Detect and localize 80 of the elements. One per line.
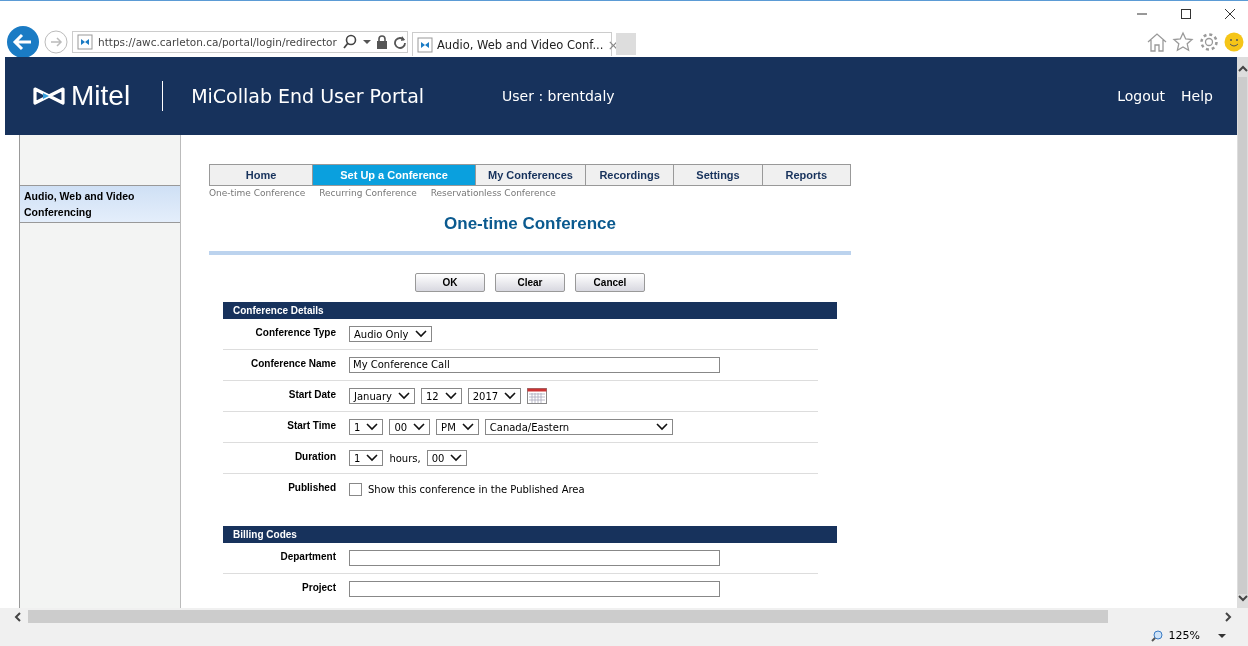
action-button[interactable]: Cancel <box>575 273 645 292</box>
input-field[interactable] <box>349 550 720 566</box>
chevron-icon <box>366 454 379 462</box>
input-field[interactable]: My Conference Call <box>349 357 720 373</box>
section-header: Billing Codes <box>223 526 837 543</box>
maximize-icon[interactable] <box>1180 8 1192 20</box>
close-icon[interactable] <box>1224 8 1236 20</box>
subnav-link[interactable]: Recurring Conference <box>319 188 417 198</box>
smiley-icon[interactable] <box>1224 32 1244 52</box>
field-label: Start Time <box>286 420 336 431</box>
vertical-scrollbar[interactable] <box>1237 57 1248 608</box>
user-name: User : brentdaly <box>502 88 615 104</box>
scroll-up-icon[interactable] <box>1237 65 1248 73</box>
action-button[interactable]: OK <box>415 273 485 292</box>
page-title: One-time Conference <box>443 214 617 234</box>
dropdown[interactable]: Audio Only <box>349 326 432 342</box>
site-icon <box>77 34 93 50</box>
zoom-icon[interactable] <box>1150 629 1163 642</box>
chevron-icon <box>461 423 474 431</box>
horizontal-scrollbar[interactable] <box>0 608 1248 625</box>
action-button[interactable]: Clear <box>495 273 565 292</box>
settings-icon[interactable] <box>1198 31 1220 53</box>
calendar-icon[interactable] <box>527 388 548 404</box>
chevron-icon <box>444 392 457 400</box>
address-bar[interactable]: https://awc.carleton.ca/portal/login/redirector <box>72 31 408 53</box>
subnav-link[interactable]: Reservationless Conference <box>430 188 556 198</box>
scroll-left-icon[interactable] <box>14 611 22 622</box>
field-label: Department <box>279 551 336 562</box>
field-label: Duration <box>293 451 336 462</box>
refresh-icon[interactable] <box>392 35 407 49</box>
logo-text: Mitel <box>71 80 131 112</box>
scroll-right-icon[interactable] <box>1224 611 1232 622</box>
url-text: https://awc.carleton.ca/portal/login/redirector <box>98 36 337 48</box>
search-icon[interactable] <box>341 34 358 50</box>
scroll-down-icon[interactable] <box>1237 594 1248 602</box>
site-icon <box>417 36 433 53</box>
dropdown[interactable]: 12 <box>420 388 462 404</box>
field-label: Start Date <box>287 389 336 400</box>
dropdown[interactable]: 1 <box>349 450 384 466</box>
header-link[interactable]: Logout <box>1117 88 1166 104</box>
field-label: Conference Type <box>254 327 336 338</box>
field-label: Published <box>287 482 336 493</box>
chevron-icon <box>655 423 668 431</box>
zoom-level[interactable]: 125% <box>1168 629 1200 642</box>
back-button[interactable] <box>6 25 40 59</box>
hours-label: hours, <box>389 452 421 464</box>
dropdown[interactable]: 00 <box>389 419 431 435</box>
nav-tab[interactable]: Settings <box>674 165 763 185</box>
checkbox[interactable] <box>349 482 362 496</box>
dropdown-icon[interactable] <box>1218 632 1226 639</box>
dropdown[interactable]: January <box>349 388 415 404</box>
sidebar-item[interactable]: Audio, Web and Video Conferencing <box>20 185 180 223</box>
nav-tab[interactable]: Reports <box>762 165 850 185</box>
portal-title: MiCollab End User Portal <box>191 85 425 107</box>
field-label: Conference Name <box>249 358 336 369</box>
chevron-icon <box>504 392 517 400</box>
checkbox-label: Show this conference in the Published Area <box>368 483 585 495</box>
dropdown[interactable]: 00 <box>426 450 468 466</box>
chevron-icon <box>450 454 463 462</box>
nav-tab[interactable]: My Conferences <box>476 165 586 185</box>
chevron-icon <box>414 330 427 338</box>
field-label: Project <box>301 582 336 593</box>
header-link[interactable]: Help <box>1181 88 1213 104</box>
dropdown[interactable]: PM <box>436 419 479 435</box>
input-field[interactable] <box>349 581 720 597</box>
star-icon[interactable] <box>1172 31 1194 53</box>
chevron-icon <box>413 423 426 431</box>
lock-icon <box>375 35 388 49</box>
logo-icon <box>33 86 65 106</box>
dropdown-icon[interactable] <box>362 39 371 45</box>
chevron-icon <box>366 423 379 431</box>
nav-tab[interactable]: Home <box>210 165 313 185</box>
home-icon[interactable] <box>1146 31 1168 53</box>
dropdown[interactable]: 2017 <box>467 388 522 404</box>
dropdown[interactable]: Canada/Eastern <box>484 419 673 435</box>
dropdown[interactable]: 1 <box>349 419 384 435</box>
nav-tab[interactable]: Recordings <box>586 165 675 185</box>
chevron-icon <box>397 392 410 400</box>
subnav-link[interactable]: One-time Conference <box>209 188 306 198</box>
section-header: Conference Details <box>223 302 837 319</box>
